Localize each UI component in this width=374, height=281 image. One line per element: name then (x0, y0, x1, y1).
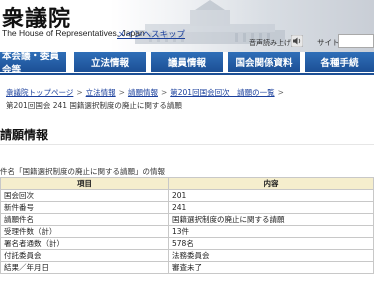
table-row: 署名者通数（計） 578名 (0, 237, 374, 250)
page-title: 請願情報 (0, 128, 49, 142)
breadcrumb-separator: > (76, 88, 83, 97)
row-key: 国会回次 (0, 189, 169, 202)
row-value: 法務委員会 (168, 249, 374, 262)
global-nav: 本会議・委員会等 立法情報 議員情報 国会関係資料 各種手続 (0, 51, 374, 76)
row-key: 署名者通数（計） (0, 237, 169, 250)
row-key: 受理件数（計） (0, 225, 169, 238)
table-header-row: 項目 内容 (0, 177, 374, 190)
site-search-label: サイト (317, 38, 340, 47)
site-header: 衆議院 The House of Representatives, Japan … (0, 0, 374, 52)
site-search-input[interactable] (338, 34, 374, 48)
table-row: 請願件名 国籍選択制度の廃止に関する請願 (0, 213, 374, 226)
speech-label[interactable]: 音声読み上げ (249, 38, 291, 48)
row-value: 578名 (168, 237, 374, 250)
row-key: 結果／年月日 (0, 261, 169, 274)
nav-item-procedures[interactable]: 各種手続 (305, 52, 374, 72)
table-row: 国会回次 201 (0, 189, 374, 202)
column-header-content: 内容 (168, 177, 374, 190)
nav-item-members[interactable]: 議員情報 (151, 52, 223, 72)
breadcrumb-link-top[interactable]: 衆議院トップページ (6, 88, 73, 97)
breadcrumb-separator: > (160, 88, 168, 97)
nav-item-plenary-committee[interactable]: 本会議・委員会等 (0, 51, 66, 76)
skip-to-main-link[interactable]: メインへスキップ (117, 28, 185, 40)
nav-item-diet-materials[interactable]: 国会関係資料 (228, 52, 300, 72)
nav-divider (0, 73, 374, 75)
breadcrumb-current: 第201回国会 241 国籍選択制度の廃止に関する請願 (6, 101, 182, 110)
breadcrumb-link-legislation[interactable]: 立法情報 (86, 88, 116, 97)
row-key: 請願件名 (0, 213, 169, 226)
row-key: 付託委員会 (0, 249, 169, 262)
row-value: 審査未了 (168, 261, 374, 274)
nav-item-legislation[interactable]: 立法情報 (74, 52, 146, 72)
speaker-icon[interactable] (291, 35, 303, 47)
breadcrumb: 衆議院トップページ > 立法情報 > 請願情報 > 第201回国会回次 請願の一覧 > (6, 87, 287, 98)
title-divider (0, 144, 374, 145)
row-value: 国籍選択制度の廃止に関する請願 (168, 213, 374, 226)
table-row: 受理件数（計） 13件 (0, 225, 374, 238)
table-row: 結果／年月日 審査未了 (0, 261, 374, 274)
breadcrumb-separator: > (277, 88, 284, 97)
row-value: 201 (168, 189, 374, 202)
row-value: 241 (168, 201, 374, 214)
petition-info-table: 項目 内容 国会回次 201 新件番号 241 請願件名 国籍選択制度の廃止に関… (0, 177, 374, 274)
table-caption: 件名「国籍選択制度の廃止に関する請願」の情報 (0, 167, 165, 176)
breadcrumb-link-petitions[interactable]: 請願情報 (128, 88, 158, 97)
table-row: 新件番号 241 (0, 201, 374, 214)
row-key: 新件番号 (0, 201, 169, 214)
breadcrumb-link-session-list[interactable]: 第201回国会回次 請願の一覧 (170, 88, 274, 97)
row-value: 13件 (168, 225, 374, 238)
breadcrumb-separator: > (118, 88, 125, 97)
table-row: 付託委員会 法務委員会 (0, 249, 374, 262)
column-header-item: 項目 (0, 177, 169, 190)
